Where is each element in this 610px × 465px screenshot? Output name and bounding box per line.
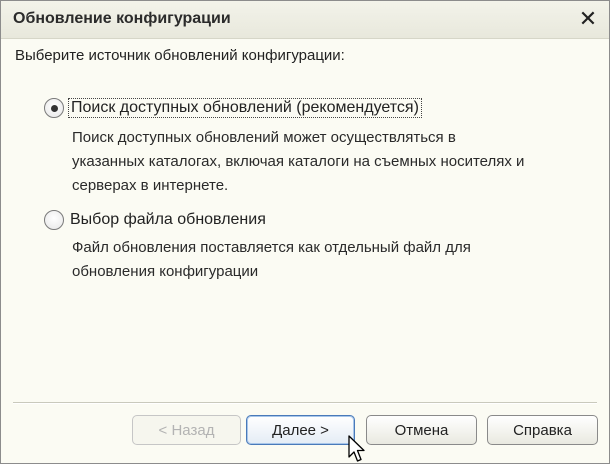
description-line: указанных каталогах, включая каталоги на… bbox=[72, 153, 525, 170]
close-icon[interactable]: ✕ bbox=[577, 8, 599, 30]
option-search-updates-description: Поиск доступных обновлений может осущест… bbox=[72, 126, 597, 198]
radio-search-updates[interactable] bbox=[44, 98, 64, 118]
option-select-file-label[interactable]: Выбор файла обновления bbox=[68, 211, 268, 229]
option-select-file[interactable]: Выбор файла обновления bbox=[44, 210, 268, 230]
option-search-updates-label[interactable]: Поиск доступных обновлений (рекомендуетс… bbox=[68, 98, 422, 118]
button-separator bbox=[13, 402, 597, 404]
help-button[interactable]: Справка bbox=[487, 415, 598, 445]
update-config-dialog: Обновление конфигурации ✕ Выберите источ… bbox=[0, 0, 610, 464]
mouse-cursor-icon bbox=[348, 435, 365, 462]
radio-select-file[interactable] bbox=[44, 210, 64, 230]
source-prompt: Выберите источник обновлений конфигураци… bbox=[15, 47, 345, 64]
back-button[interactable]: < Назад bbox=[132, 415, 241, 445]
option-search-updates[interactable]: Поиск доступных обновлений (рекомендуетс… bbox=[44, 98, 422, 118]
description-line: обновления конфигурации bbox=[72, 263, 259, 280]
option-select-file-description: Файл обновления поставляется как отдельн… bbox=[72, 236, 597, 284]
cancel-button[interactable]: Отмена bbox=[366, 415, 477, 445]
description-line: Файл обновления поставляется как отдельн… bbox=[72, 239, 471, 256]
next-button[interactable]: Далее > bbox=[246, 415, 355, 445]
dialog-title: Обновление конфигурации bbox=[13, 10, 231, 27]
title-bar: Обновление конфигурации ✕ bbox=[1, 1, 609, 39]
description-line: серверах в интернете. bbox=[72, 177, 229, 194]
description-line: Поиск доступных обновлений может осущест… bbox=[72, 129, 456, 146]
